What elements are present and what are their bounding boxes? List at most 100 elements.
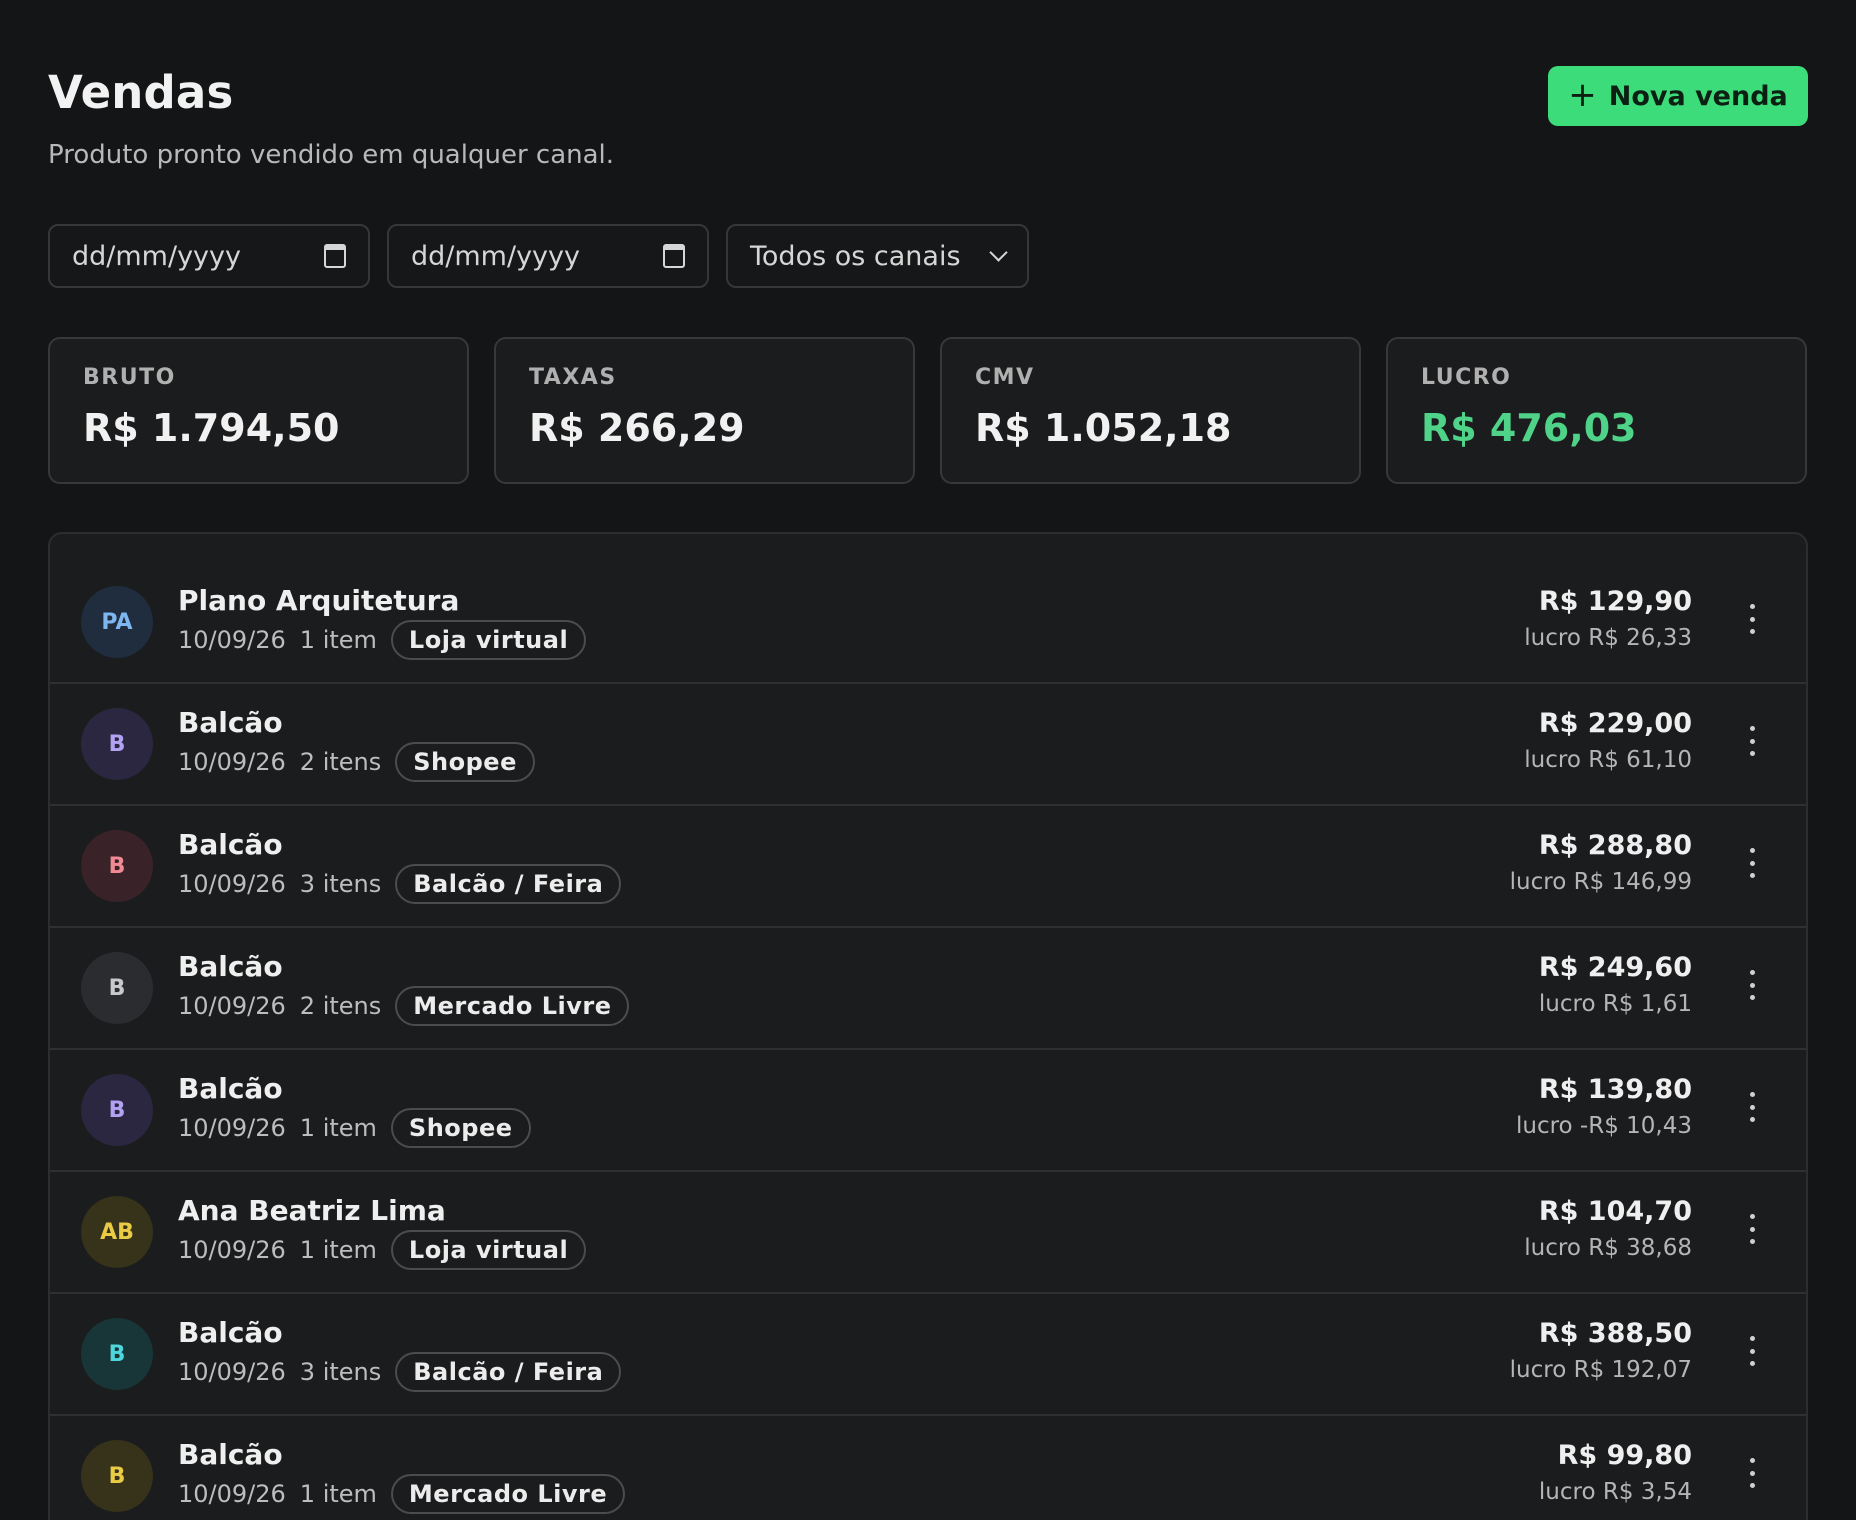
avatar-initials: PA	[101, 609, 133, 635]
customer-name: Balcão	[178, 950, 283, 983]
sale-items-count: 1 item	[299, 626, 377, 654]
more-options-icon[interactable]	[1749, 1336, 1755, 1366]
customer-name: Balcão	[178, 1316, 283, 1349]
customer-name: Balcão	[178, 706, 283, 739]
sales-list: PA Plano Arquitetura 10/09/26 1 item Loj…	[48, 532, 1808, 1520]
sale-date: 10/09/26	[178, 992, 286, 1020]
sale-row[interactable]: B Balcão 10/09/26 2 itens Shopee R$ 229,…	[50, 684, 1806, 806]
sale-amount: R$ 139,80	[1538, 1074, 1692, 1105]
stat-card-taxas: TAXAS R$ 266,29	[494, 337, 915, 484]
new-sale-label: Nova venda	[1608, 80, 1788, 112]
channel-select-value: Todos os canais	[750, 240, 961, 272]
stat-label: LUCRO	[1421, 365, 1512, 390]
stat-card-lucro: LUCRO R$ 476,03	[1386, 337, 1807, 484]
sale-date: 10/09/26	[178, 870, 286, 898]
sale-date: 10/09/26	[178, 1236, 286, 1264]
channel-badge: Balcão / Feira	[395, 864, 622, 904]
avatar-initials: B	[108, 731, 126, 757]
sale-meta: 10/09/26 1 item Shopee	[178, 1108, 531, 1148]
avatar: AB	[81, 1196, 153, 1268]
stat-label: BRUTO	[83, 365, 176, 390]
avatar: B	[81, 830, 153, 902]
sale-date: 10/09/26	[178, 626, 286, 654]
sale-row[interactable]: B Balcão 10/09/26 2 itens Mercado Livre …	[50, 928, 1806, 1050]
sale-profit: lucro -R$ 10,43	[1515, 1113, 1692, 1139]
avatar-initials: B	[108, 975, 126, 1001]
sale-row[interactable]: B Balcão 10/09/26 3 itens Balcão / Feira…	[50, 1294, 1806, 1416]
sale-row[interactable]: B Balcão 10/09/26 1 item Mercado Livre R…	[50, 1416, 1806, 1520]
channel-select[interactable]: Todos os canais	[726, 224, 1029, 288]
sale-amount: R$ 249,60	[1538, 952, 1692, 983]
sale-row[interactable]: AB Ana Beatriz Lima 10/09/26 1 item Loja…	[50, 1172, 1806, 1294]
date-to-input[interactable]: dd/mm/yyyy	[387, 224, 709, 288]
avatar: B	[81, 952, 153, 1024]
more-options-icon[interactable]	[1749, 604, 1755, 634]
sale-amount: R$ 104,70	[1538, 1196, 1692, 1227]
sale-amount: R$ 288,80	[1538, 830, 1692, 861]
customer-name: Balcão	[178, 1072, 283, 1105]
sale-meta: 10/09/26 3 itens Balcão / Feira	[178, 1352, 622, 1392]
sale-amount: R$ 229,00	[1538, 708, 1692, 739]
page-header: Vendas Produto pronto vendido em qualque…	[48, 0, 1808, 210]
more-options-icon[interactable]	[1749, 970, 1755, 1000]
avatar-initials: AB	[100, 1219, 134, 1245]
avatar-initials: B	[108, 853, 126, 879]
sale-date: 10/09/26	[178, 1480, 286, 1508]
sale-row[interactable]: B Balcão 10/09/26 3 itens Balcão / Feira…	[50, 806, 1806, 928]
calendar-icon[interactable]	[324, 244, 346, 268]
customer-name: Ana Beatriz Lima	[178, 1194, 446, 1227]
channel-badge: Shopee	[390, 1108, 531, 1148]
sale-amounts: R$ 388,50 lucro R$ 192,07	[1510, 1318, 1692, 1383]
avatar: B	[81, 1440, 153, 1512]
more-options-icon[interactable]	[1749, 1092, 1755, 1122]
sale-amounts: R$ 249,60 lucro R$ 1,61	[1539, 952, 1692, 1017]
sale-meta: 10/09/26 2 itens Mercado Livre	[178, 986, 630, 1026]
sale-items-count: 2 itens	[299, 748, 382, 776]
summary-cards: BRUTO R$ 1.794,50 TAXAS R$ 266,29 CMV R$…	[48, 337, 1808, 484]
stat-card-cmv: CMV R$ 1.052,18	[940, 337, 1361, 484]
sale-items-count: 3 itens	[299, 1358, 382, 1386]
sale-profit: lucro R$ 26,33	[1524, 625, 1692, 651]
avatar-initials: B	[108, 1341, 126, 1367]
sale-profit: lucro R$ 61,10	[1524, 747, 1692, 773]
avatar-initials: B	[108, 1463, 126, 1489]
new-sale-button[interactable]: + Nova venda	[1548, 66, 1808, 126]
calendar-icon[interactable]	[663, 244, 685, 268]
sale-amounts: R$ 139,80 lucro -R$ 10,43	[1516, 1074, 1692, 1139]
sales-page: Vendas Produto pronto vendido em qualque…	[0, 0, 1856, 1520]
filters-bar: dd/mm/yyyy dd/mm/yyyy Todos os canais	[48, 224, 1808, 288]
sale-amount: R$ 388,50	[1538, 1318, 1692, 1349]
date-from-input[interactable]: dd/mm/yyyy	[48, 224, 370, 288]
channel-badge: Shopee	[395, 742, 535, 782]
sale-amount: R$ 99,80	[1557, 1440, 1692, 1471]
customer-name: Balcão	[178, 1438, 283, 1471]
customer-name: Balcão	[178, 828, 283, 861]
more-options-icon[interactable]	[1749, 848, 1755, 878]
stat-label: TAXAS	[529, 365, 617, 390]
sale-items-count: 1 item	[299, 1480, 377, 1508]
stat-card-bruto: BRUTO R$ 1.794,50	[48, 337, 469, 484]
sale-row[interactable]: B Balcão 10/09/26 1 item Shopee R$ 139,8…	[50, 1050, 1806, 1172]
stat-value: R$ 476,03	[1421, 406, 1637, 450]
sale-amounts: R$ 99,80 lucro R$ 3,54	[1539, 1440, 1692, 1505]
sale-items-count: 3 itens	[299, 870, 382, 898]
sale-profit: lucro R$ 146,99	[1509, 869, 1692, 895]
page-subtitle: Produto pronto vendido em qualquer canal…	[48, 140, 615, 170]
more-options-icon[interactable]	[1749, 1458, 1755, 1488]
sale-row[interactable]: PA Plano Arquitetura 10/09/26 1 item Loj…	[50, 562, 1806, 684]
sale-items-count: 1 item	[299, 1236, 377, 1264]
channel-badge: Balcão / Feira	[395, 1352, 622, 1392]
more-options-icon[interactable]	[1749, 1214, 1755, 1244]
sale-meta: 10/09/26 1 item Mercado Livre	[178, 1474, 626, 1514]
sale-amounts: R$ 129,90 lucro R$ 26,33	[1524, 586, 1692, 651]
avatar: PA	[81, 586, 153, 658]
sale-meta: 10/09/26 1 item Loja virtual	[178, 620, 587, 660]
sale-amounts: R$ 104,70 lucro R$ 38,68	[1524, 1196, 1692, 1261]
sale-profit: lucro R$ 38,68	[1524, 1235, 1692, 1261]
sale-amounts: R$ 288,80 lucro R$ 146,99	[1510, 830, 1692, 895]
sale-amounts: R$ 229,00 lucro R$ 61,10	[1524, 708, 1692, 773]
sale-meta: 10/09/26 2 itens Shopee	[178, 742, 535, 782]
channel-badge: Loja virtual	[390, 620, 587, 660]
more-options-icon[interactable]	[1749, 726, 1755, 756]
channel-badge: Loja virtual	[390, 1230, 587, 1270]
